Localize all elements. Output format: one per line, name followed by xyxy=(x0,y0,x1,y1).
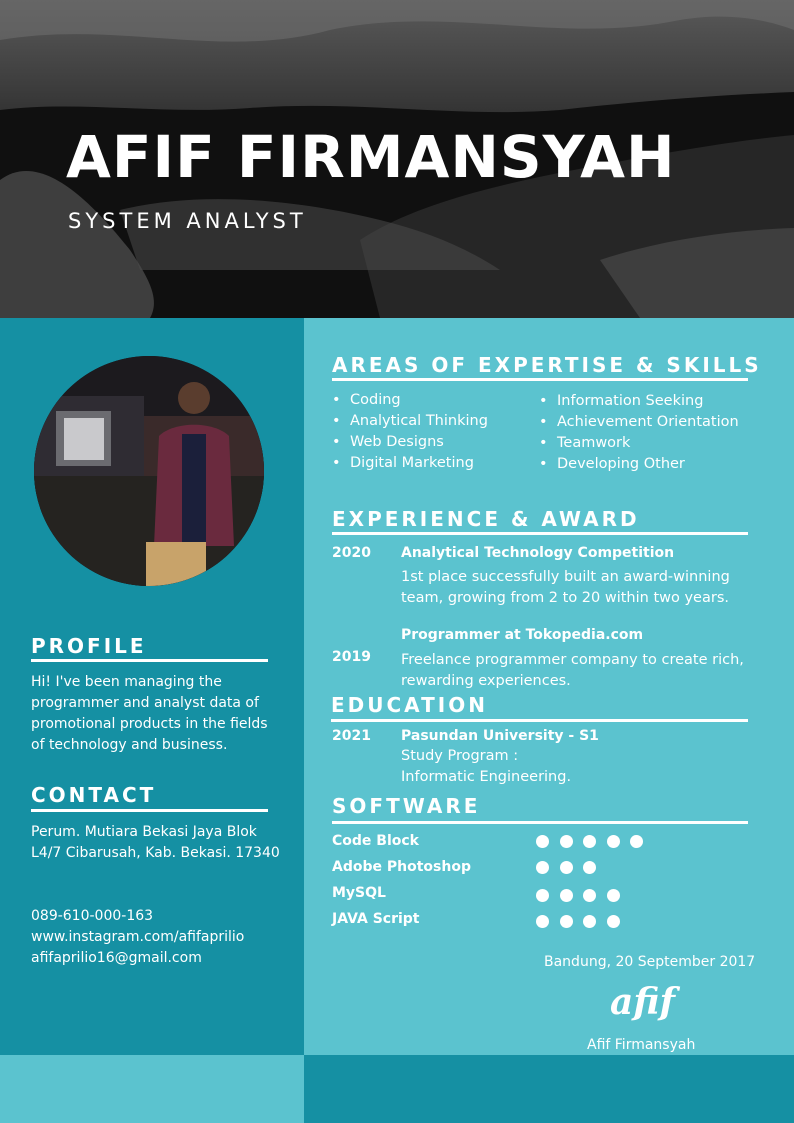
experience-description: 1st place successfully built an award-wi… xyxy=(401,569,730,606)
skill-item: Achievement Orientation xyxy=(539,412,739,433)
contact-email[interactable]: afifaprilio16@gmail.com xyxy=(31,948,202,969)
experience-year: 2020 xyxy=(332,545,371,561)
contact-heading: CONTACT xyxy=(31,783,157,807)
level-dot-icon xyxy=(559,915,573,928)
skill-item: Information Seeking xyxy=(539,391,739,412)
software-name: Code Block xyxy=(332,833,419,849)
software-level xyxy=(536,861,607,875)
skills-list-right: Information Seeking Achievement Orientat… xyxy=(539,391,739,475)
profile-heading: PROFILE xyxy=(31,634,147,658)
education-divider xyxy=(331,719,748,722)
level-dot-icon xyxy=(606,835,620,848)
software-level xyxy=(536,915,630,929)
skills-list-left: Coding Analytical Thinking Web Designs D… xyxy=(332,390,488,474)
software-divider xyxy=(332,821,748,824)
experience-heading: EXPERIENCE & AWARD xyxy=(332,507,640,531)
person-name: AFIF FIRMANSYAH xyxy=(66,123,676,191)
software-name: MySQL xyxy=(332,885,386,901)
experience-title: Analytical Technology Competition xyxy=(401,545,675,561)
skill-item: Web Designs xyxy=(332,432,488,453)
skill-item: Developing Other xyxy=(539,454,739,475)
education-year: 2021 xyxy=(332,728,371,744)
level-dot-icon xyxy=(536,889,549,902)
level-dot-icon xyxy=(606,915,620,928)
experience-title: Programmer at Tokopedia.com xyxy=(401,627,644,643)
software-name: Adobe Photoshop xyxy=(332,859,471,875)
level-dot-icon xyxy=(630,835,643,848)
level-dot-icon xyxy=(583,889,596,902)
level-dot-icon xyxy=(559,889,573,902)
skill-item: Analytical Thinking xyxy=(332,411,488,432)
level-dot-icon xyxy=(606,889,620,902)
education-school: Pasundan University - S1 xyxy=(401,728,599,744)
contact-phone: 089-610-000-163 xyxy=(31,908,154,924)
level-dot-icon xyxy=(583,915,596,928)
skills-heading: AREAS OF EXPERTISE & SKILLS xyxy=(332,353,762,377)
software-level xyxy=(536,889,630,903)
signoff-name: Afif Firmansyah xyxy=(587,1037,696,1053)
software-name: JAVA Script xyxy=(332,911,420,927)
software-heading: SOFTWARE xyxy=(332,794,481,818)
profile-divider xyxy=(31,659,268,662)
signature: afif xyxy=(610,981,675,1023)
education-heading: EDUCATION xyxy=(331,693,488,717)
skill-item: Coding xyxy=(332,390,488,411)
level-dot-icon xyxy=(583,835,596,848)
level-dot-icon xyxy=(536,915,549,928)
contact-instagram[interactable]: www.instagram.com/afifaprilio xyxy=(31,927,244,948)
education-program-label: Study Program : xyxy=(401,748,519,764)
skill-item: Digital Marketing xyxy=(332,453,488,474)
footer-right-block xyxy=(304,1055,794,1123)
signoff-date: Bandung, 20 September 2017 xyxy=(544,954,756,970)
profile-text: Hi! I've been managing the programmer an… xyxy=(31,674,268,753)
level-dot-icon xyxy=(583,861,596,874)
level-dot-icon xyxy=(559,835,573,848)
experience-description: Freelance programmer company to create r… xyxy=(401,652,744,689)
skill-item: Teamwork xyxy=(539,433,739,454)
job-title: SYSTEM ANALYST xyxy=(68,209,307,233)
contact-address: Perum. Mutiara Bekasi Jaya Blok L4/7 Cib… xyxy=(31,824,280,861)
level-dot-icon xyxy=(536,861,549,874)
header-banner: AFIF FIRMANSYAH SYSTEM ANALYST xyxy=(0,0,794,318)
contact-divider xyxy=(31,809,268,812)
profile-photo xyxy=(34,356,264,586)
footer-left-block xyxy=(0,1055,304,1123)
software-level xyxy=(536,835,654,849)
level-dot-icon xyxy=(559,861,573,874)
education-program: Informatic Engineering. xyxy=(401,769,572,785)
experience-divider xyxy=(332,532,748,535)
level-dot-icon xyxy=(536,835,549,848)
skills-divider xyxy=(332,378,748,381)
experience-year: 2019 xyxy=(332,649,371,665)
